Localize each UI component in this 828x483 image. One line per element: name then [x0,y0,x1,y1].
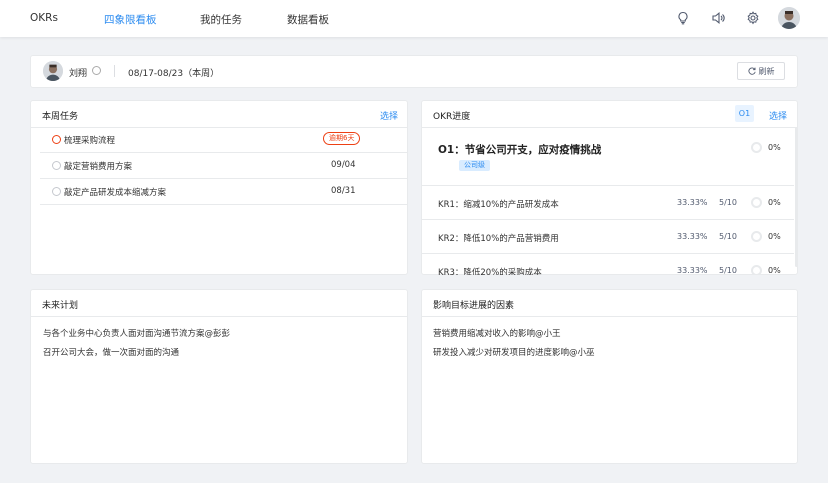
plan-line: 与各个业务中心负责人面对面沟通节流方案@彭彭 [43,329,231,339]
task-text: 梳理采购流程 [64,136,116,146]
key-result-weight: 33.33% [677,266,708,275]
key-result-text: KR3：降低20%的采购成本 [438,268,542,275]
task-checkbox[interactable] [52,187,61,196]
factors-card: 影响目标进展的因素 [421,289,798,464]
top-nav-bar: OKRs 四象限看板 我的任务 数据看板 [0,0,828,37]
objective-tab[interactable]: O1 [735,105,754,122]
task-checkbox[interactable] [52,135,61,144]
card-title: 影响目标进展的因素 [433,301,515,311]
card-title: OKR进度 [433,112,471,122]
key-result-text: KR1：缩减10%的产品研发成本 [438,200,559,210]
divider [114,65,115,77]
speaker-icon[interactable] [710,10,726,26]
refresh-icon [747,67,756,75]
key-result-row[interactable]: KR3：降低20%的采购成本 33.33% 5/10 0% [422,253,794,275]
key-result-row[interactable]: KR1：缩减10%的产品研发成本 33.33% 5/10 0% [422,185,794,219]
key-result-count: 5/10 [719,232,737,241]
key-result-percent: 0% [768,198,781,207]
task-text: 敲定产品研发成本缩减方案 [64,188,167,198]
select-link[interactable]: 选择 [380,109,398,122]
card-header: 未来计划 [31,290,407,317]
task-date: 09/04 [331,160,356,170]
avatar[interactable] [778,7,800,29]
factor-line: 研发投入减少对研发项目的进度影响@小巫 [433,348,595,358]
progress-ring [751,265,762,275]
refresh-label: 刷新 [758,66,775,76]
key-result-count: 5/10 [719,198,737,207]
progress-ring [751,197,762,208]
date-range: 08/17-08/23（本周） [128,69,220,79]
task-row[interactable]: 敲定营销费用方案 09/04 [40,153,408,179]
level-badge: 公司级 [459,160,490,171]
card-header: 本周任务 选择 [31,101,407,128]
task-checkbox[interactable] [52,161,61,170]
task-row[interactable]: 敲定产品研发成本缩减方案 08/31 [40,179,408,205]
key-result-percent: 0% [768,266,781,275]
key-results-list: KR1：缩减10%的产品研发成本 33.33% 5/10 0% KR2：降低10… [422,185,794,275]
refresh-button[interactable]: 刷新 [737,62,785,80]
nav-quadrant-board[interactable]: 四象限看板 [104,12,157,27]
task-date: 08/31 [331,186,356,196]
scrollbar[interactable] [795,127,798,267]
card-title: 未来计划 [42,301,79,311]
user-name: 刘翔 [69,69,88,79]
factor-line: 营销费用缩减对收入的影响@小王 [433,329,561,339]
nav-okrs[interactable]: OKRs [30,12,58,24]
lightbulb-icon[interactable] [675,10,691,26]
select-link[interactable]: 选择 [769,109,787,122]
progress-ring [751,142,762,153]
nav-my-tasks[interactable]: 我的任务 [200,12,242,27]
key-result-weight: 33.33% [677,232,708,241]
key-result-count: 5/10 [719,266,737,275]
key-result-text: KR2：降低10%的产品营销费用 [438,234,559,244]
card-title: 本周任务 [42,112,79,122]
future-plan-card: 未来计划 [30,289,408,464]
key-result-weight: 33.33% [677,198,708,207]
gear-icon[interactable] [745,10,761,26]
task-row[interactable]: 梳理采购流程 逾期6天 [40,127,408,153]
objective-percent: 0% [768,143,781,152]
key-result-percent: 0% [768,232,781,241]
user-avatar [43,61,63,81]
overdue-badge: 逾期6天 [323,132,361,145]
task-text: 敲定营销费用方案 [64,162,133,172]
plan-line: 召开公司大会，做一次面对面的沟通 [43,348,180,358]
card-header: 影响目标进展的因素 [422,290,797,317]
user-dropdown-icon[interactable] [92,66,101,75]
progress-ring [751,231,762,242]
objective-title: O1：节省公司开支，应对疫情挑战 [438,144,602,156]
nav-data-board[interactable]: 数据看板 [287,12,329,27]
key-result-row[interactable]: KR2：降低10%的产品营销费用 33.33% 5/10 0% [422,219,794,253]
